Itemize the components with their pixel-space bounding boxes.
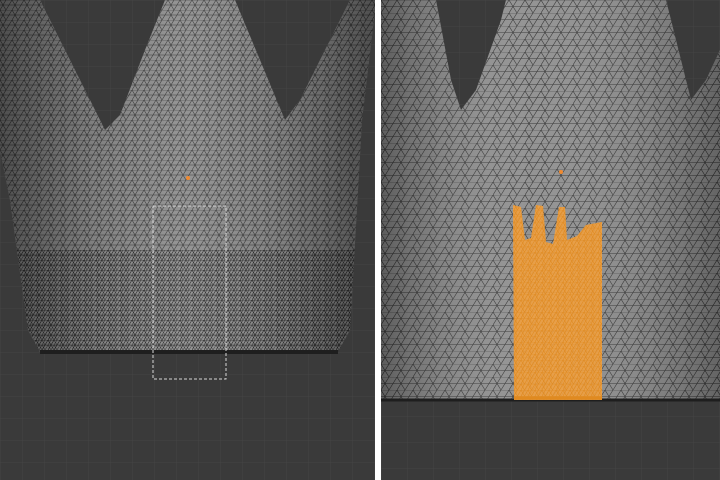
viewport-right-canvas[interactable] [381,0,720,480]
viewport-left-canvas[interactable] [0,0,375,480]
screenshot-frame [0,0,720,480]
origin-dot-icon [186,176,190,180]
origin-dot-icon [559,170,563,174]
viewport-right[interactable] [381,0,720,480]
viewport-left[interactable] [0,0,375,480]
